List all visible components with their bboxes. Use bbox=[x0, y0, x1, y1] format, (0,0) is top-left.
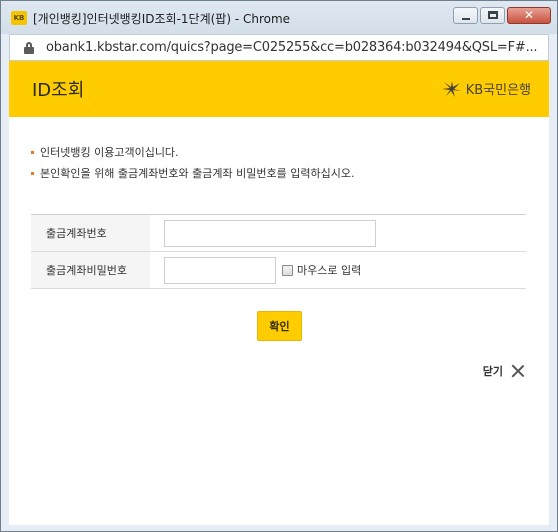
notice-item: 인터넷뱅킹 이용고객이십니다. bbox=[31, 142, 354, 163]
bullet-icon bbox=[31, 172, 34, 175]
notice-text: 본인확인을 위해 출금계좌번호와 출금계좌 비밀번호를 입력하십시오. bbox=[40, 167, 355, 180]
close-icon: ✕ bbox=[523, 8, 535, 22]
maximize-button[interactable] bbox=[480, 7, 505, 24]
mouse-input-checkbox[interactable] bbox=[282, 264, 293, 276]
minimize-button[interactable] bbox=[453, 7, 478, 24]
account-password-input[interactable] bbox=[164, 256, 276, 284]
url-text[interactable]: obank1.kbstar.com/quics?page=C025255&cc=… bbox=[46, 40, 538, 55]
brand-name: KB국민은행 bbox=[465, 83, 531, 98]
account-password-cell: 마우스로 입력 bbox=[150, 252, 526, 288]
kb-star-icon bbox=[441, 80, 461, 97]
lock-icon bbox=[24, 42, 34, 54]
account-password-row: 출금계좌비밀번호 마우스로 입력 bbox=[31, 252, 526, 289]
account-number-input[interactable] bbox=[164, 219, 376, 247]
kb-app-icon: KB bbox=[11, 11, 27, 25]
close-popup-link[interactable]: 닫기 bbox=[483, 363, 525, 379]
mouse-input-label[interactable]: 마우스로 입력 bbox=[297, 262, 361, 278]
browser-popup-window: KB [개인뱅킹]인터넷뱅킹ID조회-1단계(팝) - Chrome ✕ oba… bbox=[0, 0, 558, 532]
page-title: ID조회 bbox=[32, 80, 85, 101]
account-number-label: 출금계좌번호 bbox=[31, 215, 150, 251]
verification-form: 출금계좌번호 출금계좌비밀번호 마우스로 입력 bbox=[31, 214, 526, 289]
account-number-cell bbox=[150, 215, 526, 251]
window-title: [개인뱅킹]인터넷뱅킹ID조회-1단계(팝) - Chrome bbox=[33, 12, 291, 26]
page-content: ID조회 KB국민은행 인터넷뱅킹 이용고객이십니다. 본인확인을 위해 출금계… bbox=[9, 61, 549, 525]
maximize-icon bbox=[488, 11, 498, 19]
close-window-button[interactable]: ✕ bbox=[507, 7, 551, 24]
page-header: ID조회 KB국민은행 bbox=[9, 61, 549, 117]
title-bar[interactable]: KB [개인뱅킹]인터넷뱅킹ID조회-1단계(팝) - Chrome ✕ bbox=[1, 1, 557, 34]
notice-list: 인터넷뱅킹 이용고객이십니다. 본인확인을 위해 출금계좌번호와 출금계좌 비밀… bbox=[31, 142, 354, 184]
close-label[interactable]: 닫기 bbox=[483, 363, 503, 379]
close-icon[interactable] bbox=[511, 364, 525, 378]
account-password-label: 출금계좌비밀번호 bbox=[31, 252, 150, 288]
notice-text: 인터넷뱅킹 이용고객이십니다. bbox=[40, 146, 179, 159]
minimize-icon bbox=[462, 18, 470, 20]
confirm-button[interactable]: 확인 bbox=[257, 311, 302, 341]
window-controls: ✕ bbox=[453, 7, 551, 24]
account-number-row: 출금계좌번호 bbox=[31, 215, 526, 252]
bullet-icon bbox=[31, 151, 34, 154]
address-bar[interactable]: obank1.kbstar.com/quics?page=C025255&cc=… bbox=[9, 34, 549, 61]
kb-logo: KB국민은행 bbox=[440, 79, 531, 98]
notice-item: 본인확인을 위해 출금계좌번호와 출금계좌 비밀번호를 입력하십시오. bbox=[31, 163, 354, 184]
